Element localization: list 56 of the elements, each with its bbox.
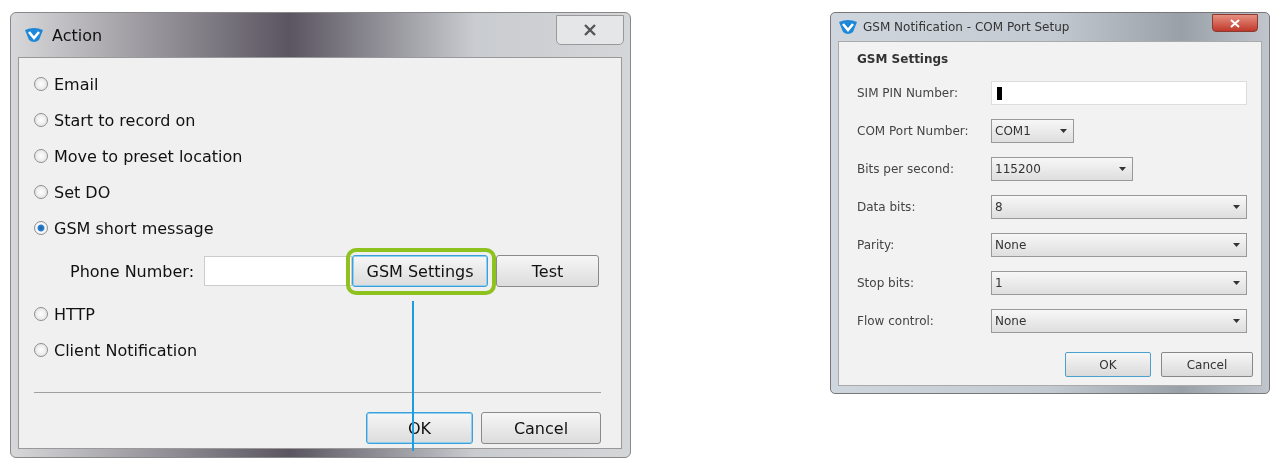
dialog-button[interactable]: Test xyxy=(496,255,600,287)
dialog-button[interactable]: Cancel xyxy=(1161,352,1253,377)
dropdown-value: 115200 xyxy=(995,162,1041,176)
app-logo-icon xyxy=(24,26,44,44)
dropdown[interactable]: 1 xyxy=(991,271,1247,295)
dropdown-arrow-icon xyxy=(1060,129,1067,133)
radio-button[interactable] xyxy=(34,113,48,127)
close-button[interactable] xyxy=(1212,14,1258,32)
text-field[interactable] xyxy=(991,81,1247,105)
section-title: GSM Settings xyxy=(857,51,950,68)
radio-button[interactable] xyxy=(34,149,48,163)
field-label: Bits per second: xyxy=(857,162,955,176)
dialog-button[interactable]: OK xyxy=(1065,352,1151,377)
window-title: Action xyxy=(52,25,104,45)
dropdown-value: 1 xyxy=(995,276,1003,290)
dropdown-value: COM1 xyxy=(995,124,1031,138)
field-label: Stop bits: xyxy=(857,276,916,290)
dropdown[interactable]: None xyxy=(991,309,1247,333)
option-label: Start to record on xyxy=(54,110,196,130)
window-title: GSM Notification - COM Port Setup xyxy=(863,20,1071,34)
radio-button[interactable] xyxy=(34,185,48,199)
phone-number-field[interactable] xyxy=(204,256,353,286)
field-label: Flow control: xyxy=(857,314,935,328)
option-label: GSM short message xyxy=(54,218,214,238)
dropdown-value: None xyxy=(995,314,1027,328)
radio-button[interactable] xyxy=(34,221,48,235)
dropdown[interactable]: None xyxy=(991,233,1247,257)
field-label: SIM PIN Number: xyxy=(857,86,959,100)
dialog-button[interactable]: Cancel xyxy=(481,412,601,444)
field-label: Parity: xyxy=(857,238,896,252)
close-button[interactable] xyxy=(556,15,624,45)
dropdown-value: 8 xyxy=(995,200,1003,214)
option-label: Email xyxy=(54,74,99,94)
option-label: Set DO xyxy=(54,182,111,202)
dropdown-value: None xyxy=(995,238,1027,252)
dialog-button[interactable]: GSM Settings xyxy=(352,255,489,287)
close-icon xyxy=(583,24,597,36)
dropdown-arrow-icon xyxy=(1233,205,1240,209)
radio-button[interactable] xyxy=(34,77,48,91)
app-logo-icon xyxy=(838,18,858,36)
dropdown[interactable]: COM1 xyxy=(991,119,1074,143)
field-label: Phone Number: xyxy=(70,261,195,281)
field-label: COM Port Number: xyxy=(857,124,970,138)
field-label: Data bits: xyxy=(857,200,917,214)
dropdown-arrow-icon xyxy=(1119,167,1126,171)
option-label: Client Notification xyxy=(54,340,198,360)
close-icon xyxy=(1230,18,1240,28)
dropdown-arrow-icon xyxy=(1233,319,1240,323)
dropdown-arrow-icon xyxy=(1233,281,1240,285)
option-label: HTTP xyxy=(54,304,95,324)
radio-button[interactable] xyxy=(34,343,48,357)
dropdown[interactable]: 8 xyxy=(991,195,1247,219)
option-label: Move to preset location xyxy=(54,146,243,166)
radio-button[interactable] xyxy=(34,307,48,321)
dropdown[interactable]: 115200 xyxy=(991,157,1133,181)
dropdown-arrow-icon xyxy=(1233,243,1240,247)
